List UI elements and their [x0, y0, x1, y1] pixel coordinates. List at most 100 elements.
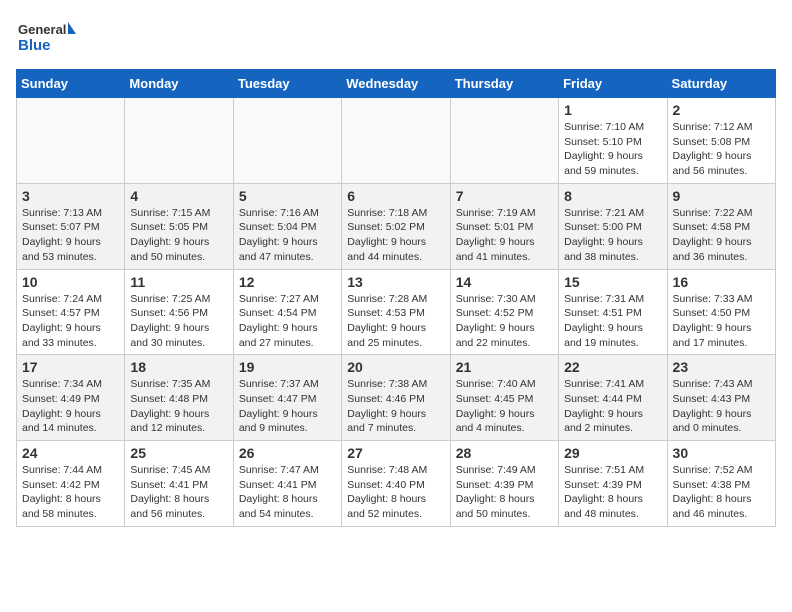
day-info: Sunrise: 7:41 AM Sunset: 4:44 PM Dayligh…: [564, 377, 661, 436]
day-info: Sunrise: 7:22 AM Sunset: 4:58 PM Dayligh…: [673, 206, 770, 265]
calendar-cell: 27Sunrise: 7:48 AM Sunset: 4:40 PM Dayli…: [342, 441, 450, 527]
day-info: Sunrise: 7:13 AM Sunset: 5:07 PM Dayligh…: [22, 206, 119, 265]
calendar-cell: 5Sunrise: 7:16 AM Sunset: 5:04 PM Daylig…: [233, 183, 341, 269]
calendar-cell: 17Sunrise: 7:34 AM Sunset: 4:49 PM Dayli…: [17, 355, 125, 441]
calendar-cell: 14 Sunrise: 7:30 AM Sunset: 4:52 PM Dayli…: [450, 269, 558, 355]
day-number: 10: [22, 274, 119, 290]
day-info: Sunrise: 7:28 AM Sunset: 4:53 PM Dayligh…: [347, 292, 444, 351]
svg-text:General: General: [18, 22, 66, 37]
day-number: 15: [564, 274, 661, 290]
day-number: 26: [239, 445, 336, 461]
calendar-table: SundayMondayTuesdayWednesdayThursdayFrid…: [16, 69, 776, 527]
calendar-cell: 25 Sunrise: 7:45 AM Sunset: 4:41 PM Dayli…: [125, 441, 233, 527]
weekday-header-wednesday: Wednesday: [342, 70, 450, 98]
day-info: Sunrise: 7:10 AM Sunset: 5:10 PM Dayligh…: [564, 120, 661, 179]
page-header: General Blue: [16, 16, 776, 61]
day-info: Sunrise: 7:47 AM Sunset: 4:41 PM Dayligh…: [239, 463, 336, 522]
day-number: 1: [564, 102, 661, 118]
day-info: Sunrise: 7:38 AM Sunset: 4:46 PM Dayligh…: [347, 377, 444, 436]
weekday-header-monday: Monday: [125, 70, 233, 98]
day-number: 28: [456, 445, 553, 461]
calendar-cell: 4 Sunrise: 7:15 AM Sunset: 5:05 PM Daylig…: [125, 183, 233, 269]
calendar-cell: [450, 98, 558, 184]
calendar-cell: 18 Sunrise: 7:35 AM Sunset: 4:48 PM Dayli…: [125, 355, 233, 441]
day-info: Sunrise: 7:25 AM Sunset: 4:56 PM Dayligh…: [130, 292, 227, 351]
calendar-cell: 2Sunrise: 7:12 AM Sunset: 5:08 PM Daylig…: [667, 98, 775, 184]
calendar-cell: 19 Sunrise: 7:37 AM Sunset: 4:47 PM Dayli…: [233, 355, 341, 441]
calendar-cell: 28 Sunrise: 7:49 AM Sunset: 4:39 PM Dayli…: [450, 441, 558, 527]
weekday-header-sunday: Sunday: [17, 70, 125, 98]
day-number: 8: [564, 188, 661, 204]
weekday-header-thursday: Thursday: [450, 70, 558, 98]
day-info: Sunrise: 7:49 AM Sunset: 4:39 PM Dayligh…: [456, 463, 553, 522]
day-info: Sunrise: 7:44 AM Sunset: 4:42 PM Dayligh…: [22, 463, 119, 522]
day-info: Sunrise: 7:31 AM Sunset: 4:51 PM Dayligh…: [564, 292, 661, 351]
day-info: Sunrise: 7:33 AM Sunset: 4:50 PM Dayligh…: [673, 292, 770, 351]
day-number: 14: [456, 274, 553, 290]
day-number: 6: [347, 188, 444, 204]
day-info: Sunrise: 7:24 AM Sunset: 4:57 PM Dayligh…: [22, 292, 119, 351]
weekday-header-row: SundayMondayTuesdayWednesdayThursdayFrid…: [17, 70, 776, 98]
calendar-week-4: 17Sunrise: 7:34 AM Sunset: 4:49 PM Dayli…: [17, 355, 776, 441]
calendar-cell: [125, 98, 233, 184]
day-info: Sunrise: 7:51 AM Sunset: 4:39 PM Dayligh…: [564, 463, 661, 522]
calendar-cell: 15 Sunrise: 7:31 AM Sunset: 4:51 PM Dayli…: [559, 269, 667, 355]
day-number: 12: [239, 274, 336, 290]
day-number: 13: [347, 274, 444, 290]
calendar-cell: 8 Sunrise: 7:21 AM Sunset: 5:00 PM Daylig…: [559, 183, 667, 269]
day-number: 7: [456, 188, 553, 204]
calendar-week-3: 10 Sunrise: 7:24 AM Sunset: 4:57 PM Dayli…: [17, 269, 776, 355]
day-info: Sunrise: 7:43 AM Sunset: 4:43 PM Dayligh…: [673, 377, 770, 436]
weekday-header-saturday: Saturday: [667, 70, 775, 98]
day-info: Sunrise: 7:35 AM Sunset: 4:48 PM Dayligh…: [130, 377, 227, 436]
day-number: 5: [239, 188, 336, 204]
day-info: Sunrise: 7:27 AM Sunset: 4:54 PM Dayligh…: [239, 292, 336, 351]
weekday-header-friday: Friday: [559, 70, 667, 98]
day-info: Sunrise: 7:34 AM Sunset: 4:49 PM Dayligh…: [22, 377, 119, 436]
day-number: 23: [673, 359, 770, 375]
day-number: 4: [130, 188, 227, 204]
day-number: 22: [564, 359, 661, 375]
day-number: 18: [130, 359, 227, 375]
day-number: 25: [130, 445, 227, 461]
day-number: 11: [130, 274, 227, 290]
calendar-cell: [342, 98, 450, 184]
calendar-cell: 9 Sunrise: 7:22 AM Sunset: 4:58 PM Daylig…: [667, 183, 775, 269]
day-number: 9: [673, 188, 770, 204]
day-info: Sunrise: 7:30 AM Sunset: 4:52 PM Dayligh…: [456, 292, 553, 351]
calendar-cell: 16 Sunrise: 7:33 AM Sunset: 4:50 PM Dayli…: [667, 269, 775, 355]
day-info: Sunrise: 7:12 AM Sunset: 5:08 PM Dayligh…: [673, 120, 770, 179]
calendar-cell: 23 Sunrise: 7:43 AM Sunset: 4:43 PM Dayli…: [667, 355, 775, 441]
calendar-week-5: 24 Sunrise: 7:44 AM Sunset: 4:42 PM Dayli…: [17, 441, 776, 527]
calendar-cell: 12 Sunrise: 7:27 AM Sunset: 4:54 PM Dayli…: [233, 269, 341, 355]
logo: General Blue: [16, 16, 76, 61]
day-info: Sunrise: 7:21 AM Sunset: 5:00 PM Dayligh…: [564, 206, 661, 265]
calendar-cell: 20 Sunrise: 7:38 AM Sunset: 4:46 PM Dayli…: [342, 355, 450, 441]
logo-svg: General Blue: [16, 16, 76, 61]
calendar-cell: 21Sunrise: 7:40 AM Sunset: 4:45 PM Dayli…: [450, 355, 558, 441]
day-info: Sunrise: 7:52 AM Sunset: 4:38 PM Dayligh…: [673, 463, 770, 522]
calendar-week-1: 1 Sunrise: 7:10 AM Sunset: 5:10 PM Daylig…: [17, 98, 776, 184]
day-number: 20: [347, 359, 444, 375]
calendar-cell: 26 Sunrise: 7:47 AM Sunset: 4:41 PM Dayli…: [233, 441, 341, 527]
day-info: Sunrise: 7:15 AM Sunset: 5:05 PM Dayligh…: [130, 206, 227, 265]
calendar-cell: 10 Sunrise: 7:24 AM Sunset: 4:57 PM Dayli…: [17, 269, 125, 355]
calendar-cell: 22 Sunrise: 7:41 AM Sunset: 4:44 PM Dayli…: [559, 355, 667, 441]
calendar-cell: [233, 98, 341, 184]
day-info: Sunrise: 7:45 AM Sunset: 4:41 PM Dayligh…: [130, 463, 227, 522]
day-number: 24: [22, 445, 119, 461]
calendar-cell: [17, 98, 125, 184]
calendar-cell: 30Sunrise: 7:52 AM Sunset: 4:38 PM Dayli…: [667, 441, 775, 527]
calendar-week-2: 3 Sunrise: 7:13 AM Sunset: 5:07 PM Daylig…: [17, 183, 776, 269]
day-number: 21: [456, 359, 553, 375]
weekday-header-tuesday: Tuesday: [233, 70, 341, 98]
svg-text:Blue: Blue: [18, 37, 51, 54]
day-number: 19: [239, 359, 336, 375]
day-info: Sunrise: 7:37 AM Sunset: 4:47 PM Dayligh…: [239, 377, 336, 436]
day-number: 27: [347, 445, 444, 461]
day-info: Sunrise: 7:18 AM Sunset: 5:02 PM Dayligh…: [347, 206, 444, 265]
day-number: 16: [673, 274, 770, 290]
calendar-cell: 29Sunrise: 7:51 AM Sunset: 4:39 PM Dayli…: [559, 441, 667, 527]
day-number: 3: [22, 188, 119, 204]
calendar-cell: 13 Sunrise: 7:28 AM Sunset: 4:53 PM Dayli…: [342, 269, 450, 355]
